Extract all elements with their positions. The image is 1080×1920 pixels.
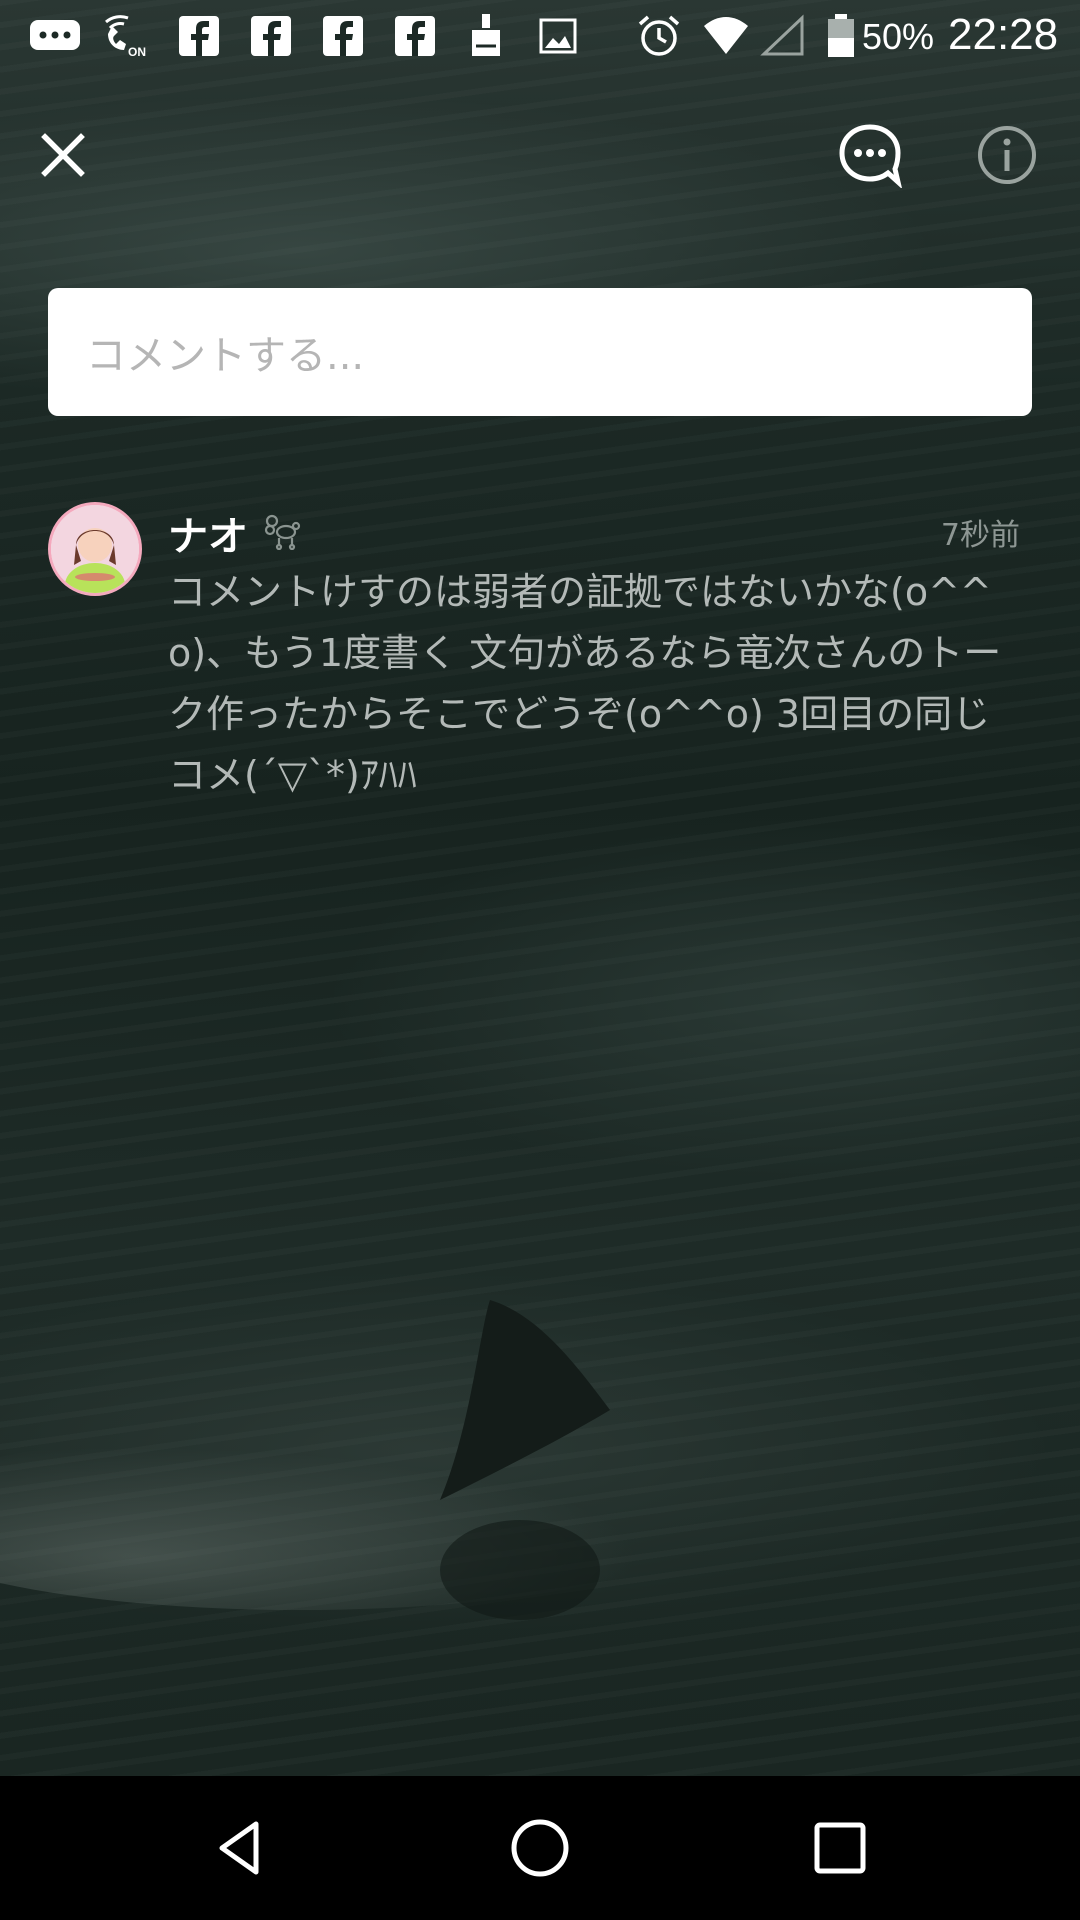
battery-icon	[828, 14, 854, 57]
back-icon	[219, 1821, 259, 1875]
cleaner-icon	[472, 14, 500, 56]
wifi-calling-on-icon: ON	[105, 15, 146, 58]
info-icon	[978, 126, 1036, 184]
chat-button[interactable]	[825, 110, 915, 200]
comment-header: ナオ 7秒前	[168, 500, 1020, 562]
home-icon	[511, 1819, 569, 1877]
facebook-icon	[179, 16, 219, 56]
chat-notification-icon	[30, 20, 80, 50]
comment-text: コメントけすのは弱者の証拠ではないかな(o^^o)、もう1度書く 文句があるなら…	[168, 570, 1002, 797]
facebook-icon	[251, 16, 291, 56]
svg-text:ON: ON	[128, 45, 146, 58]
home-button[interactable]	[490, 1798, 590, 1898]
clock: 22:28	[948, 10, 1059, 59]
chat-bubble-icon	[839, 124, 902, 188]
comment-timestamp: 7秒前	[940, 518, 1020, 553]
gallery-icon	[539, 18, 577, 54]
shark-fin-background-image	[0, 1300, 720, 1620]
back-button[interactable]	[190, 1798, 290, 1898]
close-icon	[41, 133, 85, 177]
navigation-bar	[0, 1776, 1080, 1920]
comment-screen: ON 50% 22:28 コメントする... ナオ 7秒前 コメントけすのは弱者…	[0, 0, 1080, 1920]
recents-icon	[814, 1822, 866, 1874]
signal-icon	[760, 14, 804, 56]
comment-author[interactable]: ナオ	[168, 504, 248, 562]
facebook-icon	[323, 16, 363, 56]
poodle-badge-icon	[264, 514, 301, 550]
recents-button[interactable]	[790, 1798, 890, 1898]
status-bar: ON 50% 22:28	[0, 0, 1080, 72]
battery-percent: 50%	[862, 16, 935, 57]
close-button[interactable]	[18, 110, 108, 200]
wifi-icon	[704, 17, 748, 54]
avatar[interactable]	[48, 502, 142, 596]
alarm-icon	[638, 15, 680, 56]
facebook-icon	[395, 16, 435, 56]
comment-input-placeholder: コメントする...	[86, 333, 365, 379]
info-button[interactable]	[962, 110, 1052, 200]
comment-body: ナオ 7秒前 コメントけすのは弱者の証拠ではないかな(o^^o)、もう1度書く …	[168, 500, 1020, 806]
comment-input[interactable]: コメントする...	[48, 288, 1032, 416]
avatar-image	[51, 505, 139, 593]
